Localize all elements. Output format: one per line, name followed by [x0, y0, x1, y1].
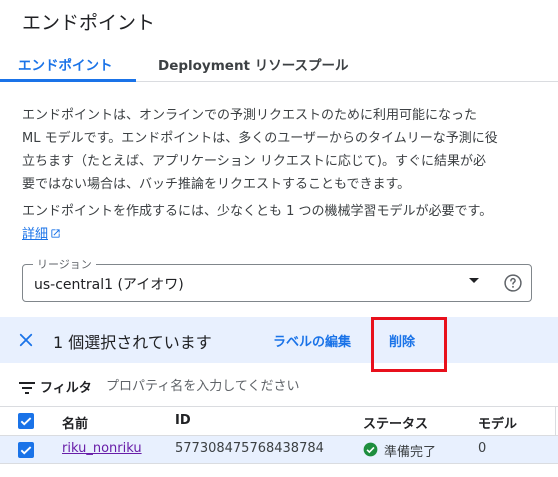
select-all-checkbox[interactable] — [18, 413, 34, 429]
tab-endpoints[interactable]: エンドポイント — [18, 54, 113, 74]
region-label: リージョン — [33, 256, 96, 272]
check-circle-icon — [363, 442, 378, 461]
region-value: us-central1 (アイオワ) — [34, 277, 184, 293]
filter-label: フィルタ — [40, 381, 92, 396]
endpoint-status: 準備完了 — [384, 445, 437, 460]
dropdown-arrow-icon[interactable] — [469, 278, 479, 283]
endpoint-description: エンドポイントは、オンラインでの予測リクエストのために利用可能になった ML モ… — [22, 104, 542, 196]
endpoint-id: 577308475768438784 — [175, 441, 324, 456]
table-row[interactable]: riku_nonriku 577308475768438784 準備完了 0 — [0, 436, 558, 464]
page-title: エンドポイント — [22, 12, 156, 34]
description-line: 要ではない場合は、バッチ推論をリクエストすることもできます。 — [22, 177, 411, 192]
description-line: ML モデルです。エンドポイントは、多くのユーザーからのタイムリーな予測に役 — [22, 131, 498, 146]
column-header-name[interactable]: 名前 — [62, 413, 88, 432]
close-icon[interactable] — [17, 331, 35, 353]
model-requirement-note: エンドポイントを作成するには、少なくとも 1 つの機械学習モデルが必要です。 詳… — [22, 200, 542, 247]
edit-labels-button[interactable]: ラベルの編集 — [273, 331, 351, 350]
column-divider — [555, 407, 556, 437]
column-header-id[interactable]: ID — [175, 413, 191, 428]
row-checkbox[interactable] — [18, 442, 34, 458]
delete-highlight-box — [371, 317, 447, 372]
table-header: 名前 ID ステータス モデル — [0, 406, 558, 437]
column-header-model[interactable]: モデル — [478, 413, 517, 432]
filter-input[interactable] — [106, 375, 406, 397]
details-link[interactable]: 詳細 — [22, 227, 48, 242]
endpoint-name-link[interactable]: riku_nonriku — [62, 441, 142, 456]
region-select[interactable]: リージョン us-central1 (アイオワ) — [22, 256, 532, 302]
selection-count-text: 1 個選択されています — [53, 333, 212, 352]
help-icon[interactable] — [503, 273, 523, 297]
column-header-status[interactable]: ステータス — [363, 413, 428, 432]
description-line: 立ちます（たとえば、アプリケーション リクエストに応じて)。すぐに結果が必 — [22, 154, 486, 169]
note-text: エンドポイントを作成するには、少なくとも 1 つの機械学習モデルが必要です。 — [22, 204, 493, 219]
filter-bar: フィルタ — [0, 372, 558, 404]
selection-toolbar: 1 個選択されています ラベルの編集 削除 — [0, 317, 558, 363]
endpoint-model-count: 0 — [478, 441, 487, 456]
tab-deployment-resource-pools[interactable]: Deployment リソースプール — [158, 54, 349, 74]
filter-icon — [19, 380, 35, 399]
description-line: エンドポイントは、オンラインでの予測リクエストのために利用可能になった — [22, 108, 478, 123]
tab-bar: エンドポイント Deployment リソースプール — [0, 44, 558, 82]
external-link-icon[interactable] — [50, 224, 61, 247]
active-tab-indicator — [0, 79, 136, 82]
